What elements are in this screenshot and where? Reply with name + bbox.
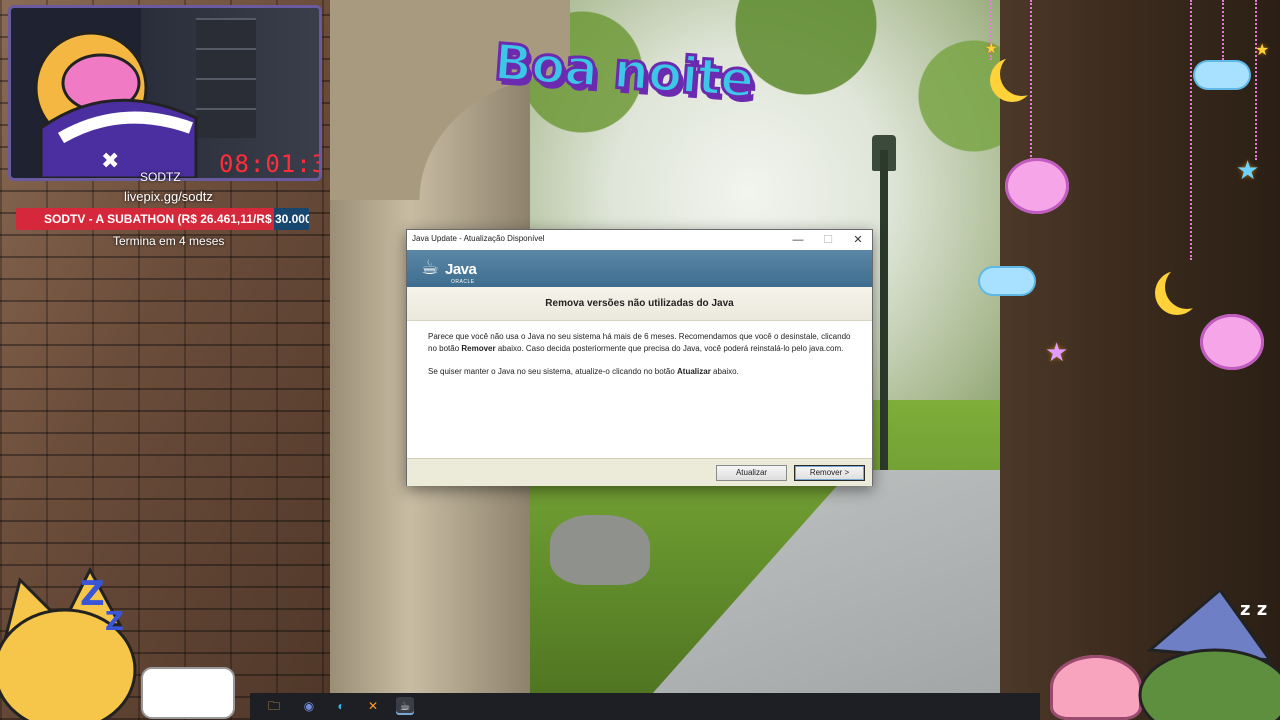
close-button[interactable]: ✕: [843, 230, 873, 250]
star-decoration: ★: [985, 40, 998, 56]
moon-decoration: [1000, 52, 1044, 96]
kirby-decoration: [1050, 655, 1142, 720]
hanging-string: [1190, 0, 1192, 260]
cloud-decoration: [1195, 62, 1249, 88]
edge-icon[interactable]: ◐: [332, 697, 350, 715]
discord-icon[interactable]: ◉: [300, 697, 318, 715]
pixel-cat-decoration: [141, 667, 235, 719]
stream-timer: 08:01:33: [219, 150, 319, 178]
star-decoration: ★: [1045, 337, 1069, 367]
message-text: abaixo. Caso decida posteriormente que p…: [495, 343, 844, 353]
svg-text:z z: z z: [1240, 599, 1267, 620]
moon-decoration: [1165, 265, 1209, 309]
subathon-goal-bar: SODTV - A SUBATHON (R$ 26.461,11/R$ 30.0…: [16, 208, 309, 230]
dialog-title: Java Update - Atualização Disponível: [412, 234, 545, 243]
webcam-overlay: ✖ 08:01:33: [8, 5, 322, 181]
java-update-dialog: Java Update - Atualização Disponível — ☐…: [406, 229, 873, 486]
sleeping-cat-emote: Z Z: [0, 566, 137, 720]
oracle-wordmark: ORACLE: [451, 279, 475, 285]
greeting-banner-text: Boa noite: [491, 32, 757, 111]
star-decoration: ★: [1236, 155, 1260, 185]
dialog-heading: Remova versões não utilizadas do Java: [545, 298, 734, 309]
tool-icon[interactable]: ✕: [364, 697, 382, 715]
svg-text:✖: ✖: [101, 149, 119, 174]
star-decoration: ★: [1255, 42, 1270, 59]
maximize-button[interactable]: ☐: [813, 230, 843, 250]
cloud-decoration: [980, 268, 1034, 294]
webcam-shelf: [196, 18, 256, 138]
java-cup-icon: ☕: [421, 257, 439, 279]
remove-button[interactable]: Remover >: [794, 465, 865, 481]
street-lamp-post: [880, 150, 888, 470]
greeting-banner: Boa noite: [474, 32, 784, 128]
sleeping-dog-emote: ✖: [34, 31, 198, 178]
taskbar: 🗀 ◉ ◐ ✕ ☕: [250, 693, 1040, 720]
minimize-button[interactable]: —: [783, 230, 813, 250]
dialog-footer: Atualizar Remover >: [407, 458, 872, 486]
message-text: abaixo.: [710, 366, 739, 376]
goal-text: SODTV - A SUBATHON (R$ 26.461,11/R$ 30.0…: [44, 212, 309, 226]
rock: [550, 515, 650, 585]
dialog-titlebar[interactable]: Java Update - Atualização Disponível — ☐…: [407, 230, 872, 250]
file-explorer-icon[interactable]: 🗀: [265, 697, 283, 715]
java-header: ☕ Java ORACLE: [407, 250, 872, 287]
message-bold-text: Atualizar: [677, 366, 711, 376]
update-button[interactable]: Atualizar: [716, 465, 787, 481]
message-paragraph-2: Se quiser manter o Java no seu sistema, …: [428, 366, 858, 378]
dialog-subheader: Remova versões não utilizadas do Java: [407, 287, 872, 321]
message-text: Se quiser manter o Java no seu sistema, …: [428, 366, 678, 376]
hanging-string: [1255, 0, 1257, 160]
sheep-decoration: [1005, 158, 1069, 214]
java-taskbar-icon[interactable]: ☕: [396, 697, 414, 715]
livepix-link: livepix.gg/sodtz: [124, 189, 213, 204]
streamer-handle: SODTZ: [140, 170, 181, 184]
sheep-decoration: [1200, 314, 1264, 370]
svg-text:Z: Z: [105, 607, 124, 637]
dialog-message: Parece que você não usa o Java no seu si…: [428, 331, 858, 389]
svg-text:Z: Z: [80, 574, 105, 614]
message-paragraph-1: Parece que você não usa o Java no seu si…: [428, 331, 858, 354]
java-wordmark: Java: [445, 261, 477, 278]
wizard-frog-emote: z z: [1138, 590, 1280, 720]
message-bold-text: Remover: [461, 343, 496, 353]
goal-ends-label: Termina em 4 meses: [113, 234, 225, 248]
hanging-string: [1222, 0, 1224, 60]
